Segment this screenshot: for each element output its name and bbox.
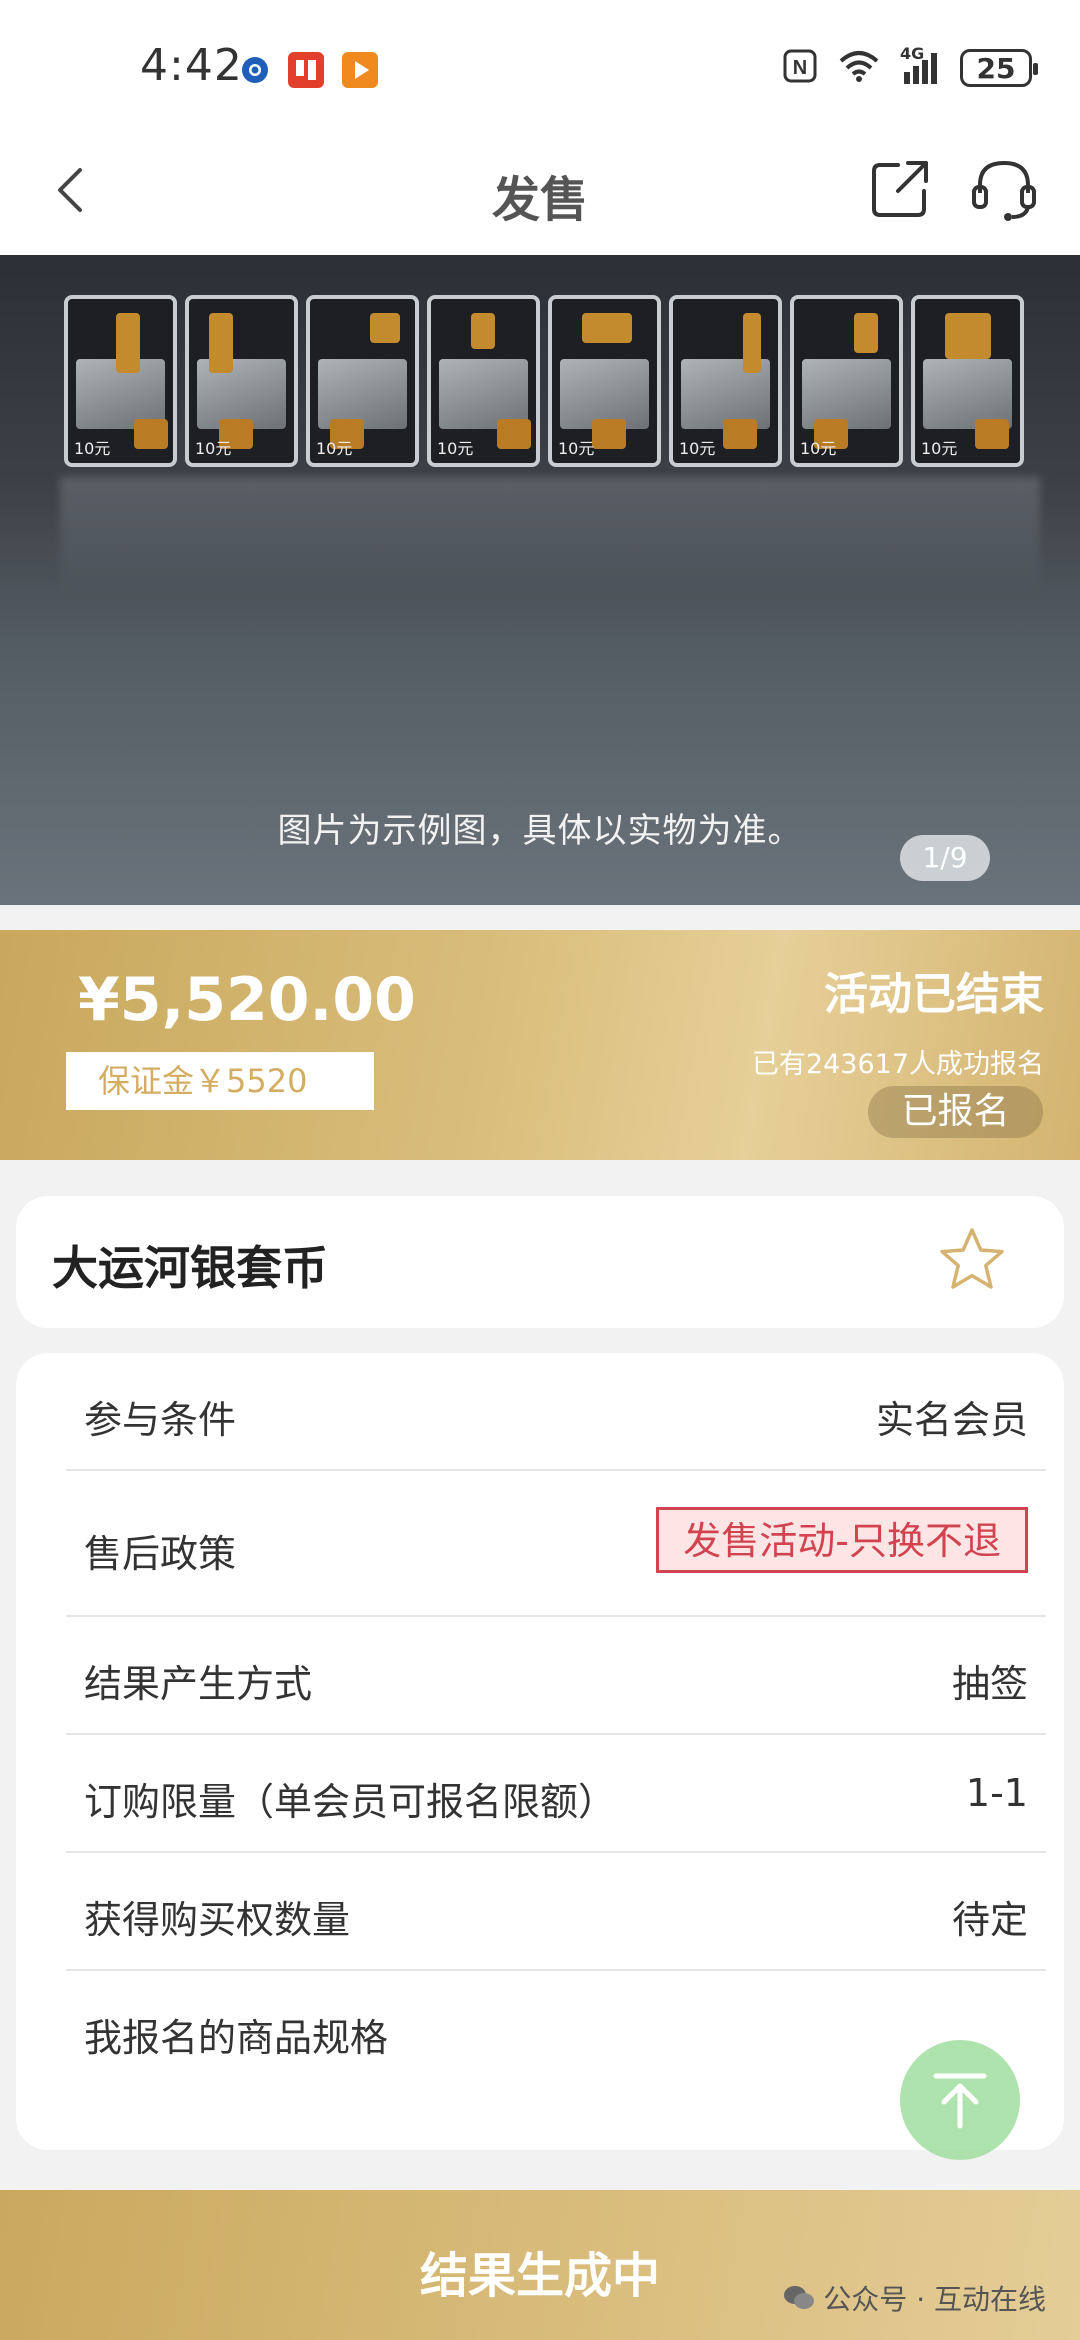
back-button[interactable] xyxy=(48,160,98,220)
info-row-after-sale: 售后政策 发售活动-只换不退 xyxy=(66,1471,1046,1617)
info-label: 结果产生方式 xyxy=(84,1662,313,1706)
status-right-icons: N 4G 25 xyxy=(782,44,1038,88)
info-row-my-spec[interactable]: 我报名的商品规格 xyxy=(66,1971,1046,2089)
status-left-icons xyxy=(240,52,378,92)
info-value: 1-1 xyxy=(965,1771,1028,1815)
info-value: 抽签 xyxy=(951,1662,1028,1706)
scroll-to-top-button[interactable] xyxy=(900,2040,1020,2160)
share-button[interactable] xyxy=(868,155,934,221)
wechat-icon xyxy=(784,2286,815,2309)
arrow-up-to-top-icon xyxy=(933,2073,987,2129)
coin-image: 10元 xyxy=(548,295,661,467)
coin-image: 10元 xyxy=(427,295,540,467)
signed-up-badge: 已报名 xyxy=(868,1086,1043,1138)
coin-set-image: 10元 10元 10元 10元 10元 10元 10元 10元 xyxy=(64,295,1034,475)
info-row-result-method: 结果产生方式 抽签 xyxy=(66,1617,1046,1735)
sale-info-card: 参与条件 实名会员 售后政策 发售活动-只换不退 结果产生方式 抽签 订购限量（… xyxy=(16,1353,1064,2150)
watermark: 公众号 · 互动在线 xyxy=(783,2278,1046,2318)
favorite-button[interactable] xyxy=(936,1224,1008,1296)
product-image-carousel[interactable]: 10元 10元 10元 10元 10元 10元 10元 10元 图片为示例图，具… xyxy=(0,255,1080,905)
watermark-text: 公众号 · 互动在线 xyxy=(823,2283,1046,2316)
coin-reflection xyxy=(60,477,1040,597)
wifi-icon xyxy=(838,49,880,87)
info-value: 待定 xyxy=(951,1898,1028,1942)
battery-icon: 25 xyxy=(960,49,1038,87)
info-label: 获得购买权数量 xyxy=(84,1898,351,1942)
image-page-indicator: 1/9 xyxy=(900,835,990,881)
signal-icon: 4G xyxy=(900,44,940,86)
headset-icon xyxy=(972,160,1036,221)
star-outline-icon xyxy=(940,1228,1004,1289)
product-name: 大运河银套币 xyxy=(52,1241,328,1295)
coin-image: 10元 xyxy=(669,295,782,467)
status-time: 4:42 xyxy=(140,40,243,91)
ting-app-icon xyxy=(288,52,324,92)
info-label: 售后政策 xyxy=(84,1532,237,1576)
coin-image: 10元 xyxy=(911,295,1024,467)
coin-image: 10元 xyxy=(306,295,419,467)
info-value: 实名会员 xyxy=(875,1398,1028,1442)
share-icon xyxy=(872,161,928,217)
info-label: 订购限量（单会员可报名限额） xyxy=(84,1780,617,1824)
battery-level: 25 xyxy=(976,51,1016,85)
after-sale-policy-badge: 发售活动-只换不退 xyxy=(656,1507,1028,1573)
info-row-participation: 参与条件 实名会员 xyxy=(66,1353,1046,1471)
activity-status: 活动已结束 xyxy=(824,969,1044,1020)
price-label: ¥5,520.00 xyxy=(78,965,416,1035)
info-label: 参与条件 xyxy=(84,1398,237,1442)
chrome-icon xyxy=(240,55,270,89)
svg-text:N: N xyxy=(793,57,807,79)
video-app-icon xyxy=(342,52,378,92)
info-row-purchase-limit: 订购限量（单会员可报名限额） 1-1 xyxy=(66,1735,1046,1853)
deposit-label: 保证金￥5520 xyxy=(66,1052,374,1110)
chevron-left-icon xyxy=(58,168,82,212)
info-row-purchase-rights: 获得购买权数量 待定 xyxy=(66,1853,1046,1971)
info-label: 我报名的商品规格 xyxy=(84,2016,389,2060)
coin-image: 10元 xyxy=(64,295,177,467)
coin-image: 10元 xyxy=(185,295,298,467)
nfc-icon: N xyxy=(782,48,818,88)
customer-service-button[interactable] xyxy=(968,155,1040,225)
signup-count: 已有243617人成功报名 xyxy=(751,1049,1044,1080)
network-type-label: 4G xyxy=(900,44,925,63)
coin-image: 10元 xyxy=(790,295,903,467)
